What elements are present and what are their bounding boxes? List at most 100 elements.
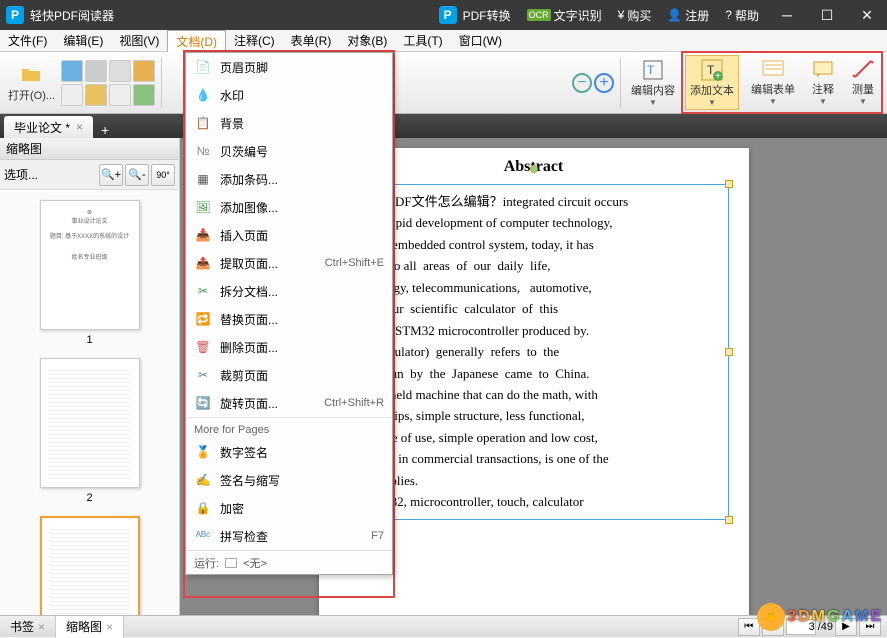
menu-item-icon: ✂ [194,282,212,300]
menu-item-label: 替换页面... [220,311,384,328]
menu-item-icon: 🏅 [194,443,212,461]
document-body-text[interactable]: 器 ——PDF文件怎么编辑？integrated circuit occurs … [346,191,722,513]
zoom-out-thumb-icon[interactable]: 🔍- [125,164,149,186]
add-tab-button[interactable]: + [101,122,109,138]
menu-item-加密[interactable]: 🔒加密 [186,494,392,522]
menu-item-icon: 🗑 [194,338,212,356]
thumbnail-sidebar: 缩略图 选项... 🔍+ 🔍- 90° ⊕事业设计论文题目: 基于XXXX的系统… [0,138,180,615]
thumbnail-item[interactable]: ⊕事业设计论文题目: 基于XXXX的系统的设计姓名专业班级 1 [10,200,169,346]
menu-file[interactable]: 文件(F) [0,30,55,52]
tab-close-icon[interactable]: × [76,120,83,134]
menu-item-数字签名[interactable]: 🏅数字签名 [186,438,392,466]
menu-item-删除页面...[interactable]: 🗑 删除页面... [186,333,392,361]
pdf-convert-button[interactable]: PPDF转换 [431,0,519,30]
document-tab[interactable]: 毕业论文 * × [4,116,93,138]
help-button[interactable]: ?帮助 [717,0,767,30]
annotate-button[interactable]: 注释 ▼ [807,55,839,110]
editable-text-box[interactable]: 器 ——PDF文件怎么编辑？integrated circuit occurs … [339,184,729,520]
ocr-button[interactable]: OCR文字识别 [519,0,610,30]
export-icon[interactable] [133,84,155,106]
minimize-button[interactable]: ─ [767,0,807,30]
menu-item-icon: 🖼 [194,198,212,216]
menu-document[interactable]: 文档(D) [167,30,226,52]
menu-item-label: 删除页面... [220,339,384,356]
menu-window[interactable]: 窗口(W) [451,30,510,52]
buy-button[interactable]: ¥购买 [610,0,660,30]
folder-open-icon [20,63,44,87]
menu-item-替换页面...[interactable]: 🔁 替换页面... [186,305,392,333]
menu-item-签名与缩写[interactable]: ✍签名与缩写 [186,466,392,494]
menu-item-icon: 📋 [194,114,212,132]
menu-item-背景[interactable]: 📋背景 [186,109,392,137]
resize-handle-br[interactable] [725,516,733,524]
scanner-icon[interactable] [109,60,131,82]
menu-tool[interactable]: 工具(T) [395,30,450,52]
menu-item-旋转页面...[interactable]: 🔄旋转页面...Ctrl+Shift+R [186,389,392,417]
menu-item-裁剪页面[interactable]: ✂裁剪页面 [186,361,392,389]
menu-item-label: 插入页面 [220,227,384,244]
printer-icon[interactable] [61,84,83,106]
zoom-out-icon[interactable]: − [572,73,592,93]
menu-item-添加条码...[interactable]: ▦添加条码... [186,165,392,193]
menu-item-label: 拆分文档... [220,283,384,300]
menu-comment[interactable]: 注释(C) [226,30,283,52]
measure-button[interactable]: 测量 ▼ [847,55,879,110]
menu-item-提取页面...[interactable]: 📤提取页面...Ctrl+Shift+E [186,249,392,277]
ribbon-toolbar: 打开(O)... − + T 编辑内容 ▼ T+ 添加文本 ▼ 编辑表 [0,52,887,114]
mail-icon[interactable] [85,84,107,106]
sidebar-options[interactable]: 选项... [4,166,38,183]
thumbnail-list[interactable]: ⊕事业设计论文题目: 基于XXXX的系统的设计姓名专业班级 1 2 3 [0,190,179,615]
thumbnail-page-3[interactable] [40,516,140,615]
menu-edit[interactable]: 编辑(E) [55,30,111,52]
thumbnail-item[interactable]: 2 [10,358,169,504]
share-icon[interactable] [109,84,131,106]
menu-item-icon: 🔒 [194,499,212,517]
menu-object[interactable]: 对象(B) [339,30,395,52]
menu-footer: 运行:<无> [186,550,392,574]
menu-item-icon: 📄 [194,58,212,76]
zoom-in-icon[interactable]: + [594,73,614,93]
menu-item-shortcut: Ctrl+Shift+R [324,397,384,409]
menu-view[interactable]: 视图(V) [111,30,167,52]
register-button[interactable]: 👤注册 [659,0,717,30]
edit-content-button[interactable]: T 编辑内容 ▼ [627,56,679,109]
close-button[interactable]: ✕ [847,0,887,30]
menu-item-拼写检查[interactable]: ᴬᴮᶜ拼写检查F7 [186,522,392,550]
menu-item-页眉页脚[interactable]: 📄 页眉页脚 [186,53,392,81]
menu-item-水印[interactable]: 💧水印 [186,81,392,109]
menu-item-icon: 🔄 [194,394,212,412]
menu-item-label: 提取页面... [220,255,317,272]
rotate-handle[interactable] [530,165,538,173]
add-text-button[interactable]: T+ 添加文本 ▼ [685,55,739,110]
menu-item-贝茨编号[interactable]: №贝茨编号 [186,137,392,165]
thumbnail-page-2[interactable] [40,358,140,488]
thumbnail-item[interactable]: 3 [10,516,169,615]
menu-item-shortcut: F7 [371,530,384,542]
open-button[interactable]: 打开(O)... [4,61,59,105]
menu-item-icon: ▦ [194,170,212,188]
menu-section-label: More for Pages [186,417,392,438]
svg-text:+: + [715,71,721,82]
maximize-button[interactable]: ☐ [807,0,847,30]
thumbnail-tab[interactable]: 缩略图× [56,616,124,638]
menu-item-label: 签名与缩写 [220,472,384,489]
print-icon[interactable] [85,60,107,82]
attach-icon[interactable] [133,60,155,82]
edit-form-button[interactable]: 编辑表单 ▼ [747,55,799,110]
menu-item-icon: 🔁 [194,310,212,328]
thumbnail-page-1[interactable]: ⊕事业设计论文题目: 基于XXXX的系统的设计姓名专业班级 [40,200,140,330]
menu-item-label: 页眉页脚 [220,59,384,76]
add-text-icon: T+ [700,58,724,82]
resize-handle-mr[interactable] [725,348,733,356]
rotate-thumb-icon[interactable]: 90° [151,164,175,186]
menu-form[interactable]: 表单(R) [283,30,340,52]
resize-handle-tr[interactable] [725,180,733,188]
save-icon[interactable] [61,60,83,82]
bookmark-tab[interactable]: 书签× [0,616,56,638]
zoom-in-thumb-icon[interactable]: 🔍+ [99,164,123,186]
menu-item-添加图像...[interactable]: 🖼 添加图像... [186,193,392,221]
menu-item-label: 添加图像... [220,199,384,216]
menu-bar: 文件(F) 编辑(E) 视图(V) 文档(D) 注释(C) 表单(R) 对象(B… [0,30,887,52]
menu-item-插入页面[interactable]: 📥插入页面 [186,221,392,249]
menu-item-拆分文档...[interactable]: ✂ 拆分文档... [186,277,392,305]
